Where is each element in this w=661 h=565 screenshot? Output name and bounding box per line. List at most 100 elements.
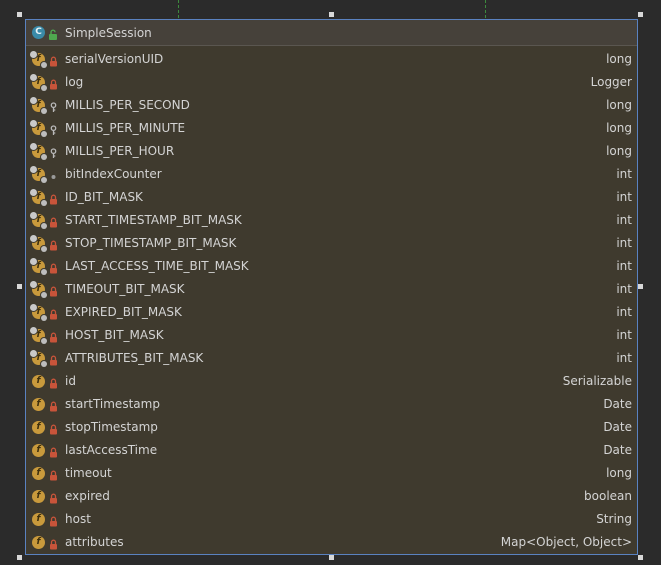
lock-icon — [49, 214, 58, 228]
field-row[interactable]: f MILLIS_PER_MINUTE long — [26, 117, 637, 140]
lock-icon — [49, 191, 58, 205]
static-field-icon: f — [30, 120, 47, 137]
field-row[interactable]: f LAST_ACCESS_TIME_BIT_MASK int — [26, 255, 637, 278]
field-type: Serializable — [562, 374, 632, 388]
field-row[interactable]: f MILLIS_PER_HOUR long — [26, 140, 637, 163]
field-row[interactable]: f lastAccessTime Date — [26, 439, 637, 462]
field-row[interactable]: f timeout long — [26, 462, 637, 485]
field-icon: f — [32, 513, 45, 526]
lock-icon — [49, 375, 58, 389]
lock-icon — [49, 421, 58, 435]
field-row[interactable]: f HOST_BIT_MASK int — [26, 324, 637, 347]
static-field-icon: f — [30, 235, 47, 252]
resize-handle-top-left[interactable] — [17, 12, 22, 17]
key-icon — [49, 122, 58, 135]
class-icon: C — [32, 26, 45, 39]
field-name: bitIndexCounter — [65, 167, 162, 181]
field-row[interactable]: f EXPIRED_BIT_MASK int — [26, 301, 637, 324]
field-name: ID_BIT_MASK — [65, 190, 143, 204]
field-row[interactable]: f id Serializable — [26, 370, 637, 393]
field-name: startTimestamp — [65, 397, 160, 411]
static-field-icon: f — [30, 143, 47, 160]
field-type: long — [606, 121, 632, 135]
unlock-icon — [48, 26, 58, 40]
class-node-header[interactable]: C SimpleSession — [26, 20, 637, 46]
resize-handle-top-right[interactable] — [638, 12, 643, 17]
field-name: STOP_TIMESTAMP_BIT_MASK — [65, 236, 237, 250]
field-row[interactable]: f attributes Map<Object, Object> — [26, 531, 637, 554]
field-name: LAST_ACCESS_TIME_BIT_MASK — [65, 259, 249, 273]
lock-icon — [49, 237, 58, 251]
field-type: long — [606, 466, 632, 480]
field-name: id — [65, 374, 76, 388]
field-row[interactable]: f MILLIS_PER_SECOND long — [26, 94, 637, 117]
class-title: SimpleSession — [65, 26, 152, 40]
field-icon: f — [32, 398, 45, 411]
static-field-icon: f — [30, 281, 47, 298]
field-row[interactable]: f log Logger — [26, 71, 637, 94]
lock-icon — [49, 444, 58, 458]
field-row[interactable]: f stopTimestamp Date — [26, 416, 637, 439]
field-type: String — [596, 512, 632, 526]
field-list: f serialVersionUID long f log Logger f MILLIS_P… — [26, 48, 637, 554]
field-type: Logger — [590, 75, 632, 89]
field-type: long — [606, 98, 632, 112]
key-icon — [49, 99, 58, 112]
field-name: START_TIMESTAMP_BIT_MASK — [65, 213, 242, 227]
field-row[interactable]: f ID_BIT_MASK int — [26, 186, 637, 209]
static-field-icon: f — [30, 189, 47, 206]
alignment-guide-left — [178, 0, 179, 18]
field-name: ATTRIBUTES_BIT_MASK — [65, 351, 204, 365]
static-field-icon: f — [30, 97, 47, 114]
lock-icon — [49, 352, 58, 366]
resize-handle-bottom-left[interactable] — [17, 555, 22, 560]
static-field-icon: f — [30, 74, 47, 91]
alignment-guide-right — [485, 0, 486, 18]
field-name: EXPIRED_BIT_MASK — [65, 305, 182, 319]
lock-icon — [49, 306, 58, 320]
field-row[interactable]: f STOP_TIMESTAMP_BIT_MASK int — [26, 232, 637, 255]
static-field-icon: f — [30, 327, 47, 344]
class-node[interactable]: C SimpleSession f serialVersionUID long f lo… — [25, 19, 638, 555]
field-row[interactable]: f expired boolean — [26, 485, 637, 508]
field-type: boolean — [584, 489, 632, 503]
static-field-icon: f — [30, 212, 47, 229]
static-field-icon: f — [30, 166, 47, 183]
resize-handle-middle-right[interactable] — [638, 284, 643, 289]
field-icon: f — [32, 536, 45, 549]
field-type: int — [616, 282, 632, 296]
field-icon: f — [32, 421, 45, 434]
field-row[interactable]: f TIMEOUT_BIT_MASK int — [26, 278, 637, 301]
resize-handle-bottom-right[interactable] — [638, 555, 643, 560]
field-type: Date — [603, 443, 632, 457]
field-name: TIMEOUT_BIT_MASK — [65, 282, 185, 296]
field-type: int — [616, 305, 632, 319]
static-field-icon: f — [30, 258, 47, 275]
field-row[interactable]: f startTimestamp Date — [26, 393, 637, 416]
static-field-icon: f — [30, 304, 47, 321]
field-name: HOST_BIT_MASK — [65, 328, 164, 342]
lock-icon — [49, 260, 58, 274]
field-name: attributes — [65, 535, 124, 549]
field-name: MILLIS_PER_HOUR — [65, 144, 175, 158]
field-row[interactable]: f bitIndexCounter int — [26, 163, 637, 186]
lock-icon — [49, 329, 58, 343]
key-icon — [49, 145, 58, 158]
lock-icon — [49, 398, 58, 412]
field-type: Date — [603, 397, 632, 411]
field-name: MILLIS_PER_SECOND — [65, 98, 190, 112]
lock-icon — [49, 53, 58, 67]
field-row[interactable]: f serialVersionUID long — [26, 48, 637, 71]
field-row[interactable]: f START_TIMESTAMP_BIT_MASK int — [26, 209, 637, 232]
field-icon: f — [32, 490, 45, 503]
field-row[interactable]: f ATTRIBUTES_BIT_MASK int — [26, 347, 637, 370]
resize-handle-top-center[interactable] — [329, 12, 334, 17]
field-type: long — [606, 144, 632, 158]
field-type: int — [616, 259, 632, 273]
resize-handle-middle-left[interactable] — [17, 284, 22, 289]
resize-handle-bottom-center[interactable] — [329, 555, 334, 560]
field-row[interactable]: f host String — [26, 508, 637, 531]
field-type: Date — [603, 420, 632, 434]
lock-icon — [49, 76, 58, 90]
field-icon: f — [32, 467, 45, 480]
